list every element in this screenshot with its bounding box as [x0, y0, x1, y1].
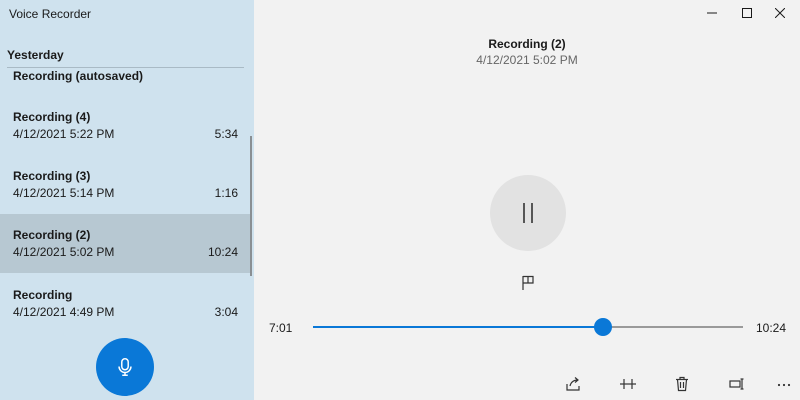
- recordings-sidebar: Voice Recorder Yesterday Recording (auto…: [0, 0, 254, 400]
- recording-duration: 3:04: [214, 305, 238, 319]
- more-icon: [777, 383, 791, 387]
- recording-duration: 1:16: [214, 186, 238, 200]
- recording-item-4[interactable]: Recording (4) 4/12/2021 5:22 PM 5:34: [0, 102, 250, 161]
- recording-name: Recording: [13, 288, 73, 302]
- recording-date: 4/12/2021 5:22 PM: [13, 127, 115, 141]
- group-header-yesterday: Yesterday: [7, 48, 64, 62]
- total-duration: 10:24: [755, 321, 786, 335]
- recording-date: 4/12/2021 5:02 PM: [13, 245, 115, 259]
- recording-name: Recording (4): [13, 110, 91, 124]
- minimize-button[interactable]: [700, 4, 724, 22]
- recording-name: Recording (autosaved): [13, 69, 144, 83]
- delete-button[interactable]: [671, 374, 693, 394]
- now-playing-date: 4/12/2021 5:02 PM: [476, 53, 578, 67]
- maximize-button[interactable]: [735, 4, 759, 22]
- share-icon: [566, 377, 580, 391]
- playback-slider[interactable]: [313, 318, 743, 336]
- delete-icon: [676, 376, 688, 392]
- trim-icon: [620, 379, 636, 389]
- add-marker-button[interactable]: [519, 273, 537, 293]
- more-options-button[interactable]: [773, 374, 795, 394]
- pause-button[interactable]: [490, 175, 566, 251]
- playback-slider-thumb[interactable]: [594, 318, 613, 336]
- playback-progress-fill: [313, 326, 604, 328]
- rename-button[interactable]: [726, 374, 748, 394]
- recording-item-2-selected[interactable]: Recording (2) 4/12/2021 5:02 PM 10:24: [0, 214, 250, 273]
- now-playing-title: Recording (2): [488, 37, 566, 51]
- recording-name: Recording (3): [13, 169, 91, 183]
- elapsed-time: 7:01: [269, 321, 293, 335]
- record-button[interactable]: [96, 338, 154, 396]
- flag-icon: [522, 275, 534, 290]
- recording-name: Recording (2): [13, 228, 91, 242]
- recording-duration: 5:34: [214, 127, 238, 141]
- rename-icon: [729, 378, 744, 390]
- list-scrollbar[interactable]: [250, 136, 252, 276]
- share-button[interactable]: [562, 374, 584, 394]
- recording-item-3[interactable]: Recording (3) 4/12/2021 5:14 PM 1:16: [0, 161, 250, 220]
- minimize-icon: [707, 12, 717, 14]
- pause-icon: [523, 203, 533, 223]
- recording-date: 4/12/2021 4:49 PM: [13, 305, 115, 319]
- recording-item-1[interactable]: Recording 4/12/2021 4:49 PM 3:04: [0, 280, 250, 339]
- microphone-icon: [118, 358, 132, 376]
- close-button[interactable]: [768, 4, 792, 22]
- app-title: Voice Recorder: [9, 7, 92, 21]
- trim-button[interactable]: [617, 374, 639, 394]
- maximize-icon: [742, 8, 752, 18]
- close-icon: [775, 8, 785, 18]
- recording-duration: 10:24: [207, 245, 238, 259]
- recording-date: 4/12/2021 5:14 PM: [13, 186, 115, 200]
